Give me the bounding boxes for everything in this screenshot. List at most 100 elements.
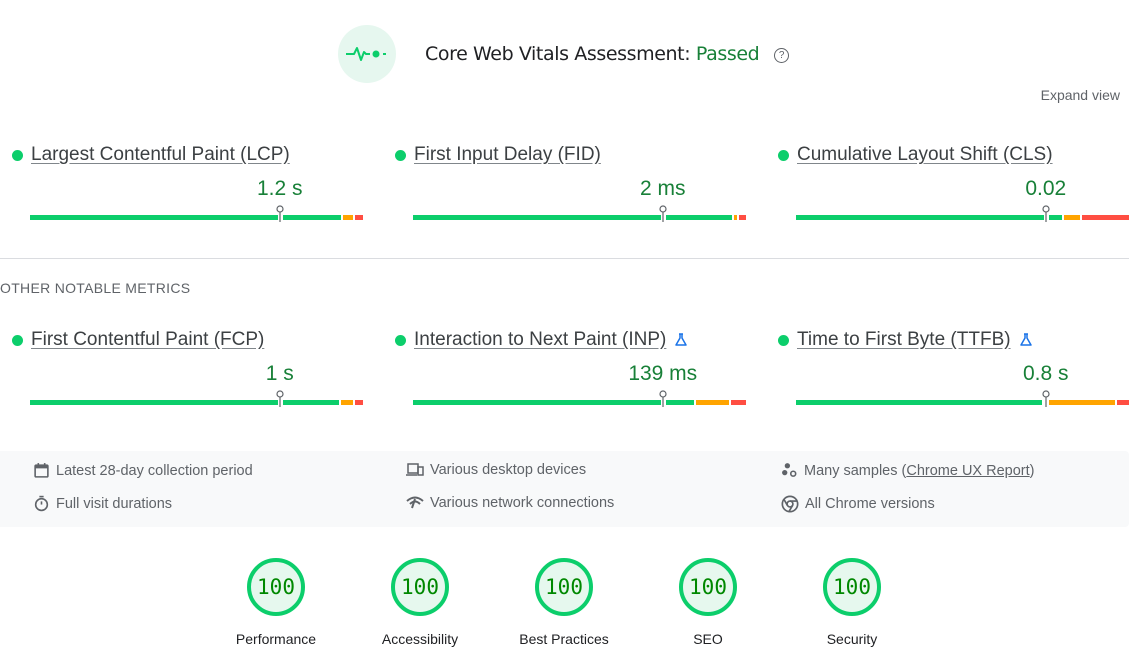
distribution-bar [30,390,363,407]
help-circle-icon[interactable]: ? [773,48,789,63]
score-seo[interactable]: 100 SEO [658,558,758,647]
distribution-segment-needs-improvement [341,400,353,405]
info-devices: Various desktop devices [406,462,586,478]
distribution-bar [796,390,1129,407]
info-visit-durations: Full visit durations [33,495,172,512]
distribution-segment-needs-improvement [1064,215,1081,220]
metric-title-row: Interaction to Next Paint (INP) [383,328,743,352]
p75-marker-pin-icon [1042,205,1050,223]
score-best-practices[interactable]: 100 Best Practices [514,558,614,647]
status-good-dot-icon [395,334,406,346]
score-label: Best Practices [519,631,609,647]
metric-name-link[interactable]: Cumulative Layout Shift (CLS) [797,144,1053,166]
stopwatch-icon [34,495,49,512]
info-chrome-versions-text: All Chrome versions [805,496,935,512]
metric-card: Interaction to Next Paint (INP) 139 ms [383,328,746,407]
other-metrics-heading: OTHER NOTABLE METRICS [0,280,191,296]
p75-marker-pin-icon [276,390,284,408]
metric-title-row: Cumulative Layout Shift (CLS) [766,143,1126,167]
status-good-dot-icon [778,334,789,346]
metric-name-link[interactable]: Interaction to Next Paint (INP) [414,329,666,351]
score-performance[interactable]: 100 Performance [226,558,326,647]
expand-view-button[interactable]: Expand view [1041,87,1120,103]
score-gauge[interactable]: 100 [391,558,449,616]
metric-name-link[interactable]: Largest Contentful Paint (LCP) [31,144,290,166]
info-visit-durations-text: Full visit durations [56,495,173,512]
distribution-segment-needs-improvement [734,215,738,220]
metric-card: Largest Contentful Paint (LCP) 1.2 s [0,143,363,222]
info-samples: Many samples (Chrome UX Report) [781,462,1034,479]
score-label: Security [826,631,878,647]
status-good-dot-icon [12,334,23,346]
distribution-segment-needs-improvement [696,400,729,405]
score-label: SEO [693,631,723,647]
metric-name-link[interactable]: First Input Delay (FID) [414,144,601,166]
metric-card: Time to First Byte (TTFB) 0.8 s [766,328,1129,407]
cwv-header: Core Web Vitals Assessment: Passed ? [338,25,789,83]
metric-value: 139 ms [628,362,698,385]
experimental-flask-icon [1019,333,1032,346]
metric-name-link[interactable]: First Contentful Paint (FCP) [31,329,264,351]
chrome-icon [781,495,799,513]
score-security[interactable]: 100 Security [802,558,902,647]
info-samples-prefix: Many samples ( [804,462,907,479]
assessment-status: Passed [695,43,760,65]
distribution-segment-poor [354,400,363,405]
score-label: Performance [235,631,317,647]
metric-value: 2 ms [639,177,686,200]
status-good-dot-icon [778,149,789,161]
assessment-title: Core Web Vitals Assessment: Passed ? [425,43,789,65]
score-gauge[interactable]: 100 [247,558,305,616]
info-chrome-versions: All Chrome versions [781,495,935,513]
metric-title-row: Largest Contentful Paint (LCP) [0,143,360,167]
metric-card: First Contentful Paint (FCP) 1 s [0,328,363,407]
metric-title-row: First Input Delay (FID) [383,143,743,167]
info-network: Various network connections [406,495,614,511]
p75-marker-pin-icon [276,205,284,223]
experimental-flask-icon [675,333,688,346]
distribution-bar [413,205,746,222]
distribution-segment-good [796,215,1063,220]
metric-value: 1 s [265,362,294,385]
distribution-segment-poor [1117,400,1129,405]
metric-value: 1.2 s [256,177,303,200]
info-samples-suffix: ) [1029,462,1035,479]
metric-card: Cumulative Layout Shift (CLS) 0.02 [766,143,1129,222]
score-accessibility[interactable]: 100 Accessibility [370,558,470,647]
assessment-title-text: Core Web Vitals Assessment: [425,43,691,65]
p75-marker-pin-icon [659,205,667,223]
metric-name-link[interactable]: Time to First Byte (TTFB) [797,329,1011,351]
distribution-segment-poor [739,215,746,220]
collection-info-panel: Latest 28-day collection period Full vis… [0,451,1129,527]
distribution-segment-poor [354,215,363,220]
vitals-pulse-icon [338,25,396,83]
samples-icon [782,463,797,477]
chrome-ux-report-link[interactable]: Chrome UX Report [906,463,1029,479]
score-gauge[interactable]: 100 [679,558,737,616]
distribution-bar [413,390,746,407]
distribution-segment-good [30,215,342,220]
distribution-segment-good [30,400,340,405]
status-good-dot-icon [12,149,23,161]
score-gauge[interactable]: 100 [535,558,593,616]
info-devices-text: Various desktop devices [430,462,587,478]
distribution-segment-good [413,400,695,405]
score-gauge[interactable]: 100 [823,558,881,616]
status-good-dot-icon [395,149,406,161]
distribution-segment-poor [731,400,746,405]
metric-card: First Input Delay (FID) 2 ms [383,143,746,222]
metric-value: 0.8 s [1022,362,1069,385]
calendar-icon [34,463,49,478]
section-divider [0,258,1129,259]
distribution-segment-poor [1082,215,1129,220]
info-collection-period: Latest 28-day collection period [33,462,253,479]
distribution-segment-needs-improvement [343,215,353,220]
network-icon [406,496,424,509]
metric-title-row: First Contentful Paint (FCP) [0,328,360,352]
distribution-segment-good [796,400,1043,405]
p75-marker-pin-icon [1042,390,1050,408]
distribution-segment-good [413,215,733,220]
distribution-segment-needs-improvement [1044,400,1116,405]
distribution-bar [796,205,1129,222]
distribution-bar [30,205,363,222]
